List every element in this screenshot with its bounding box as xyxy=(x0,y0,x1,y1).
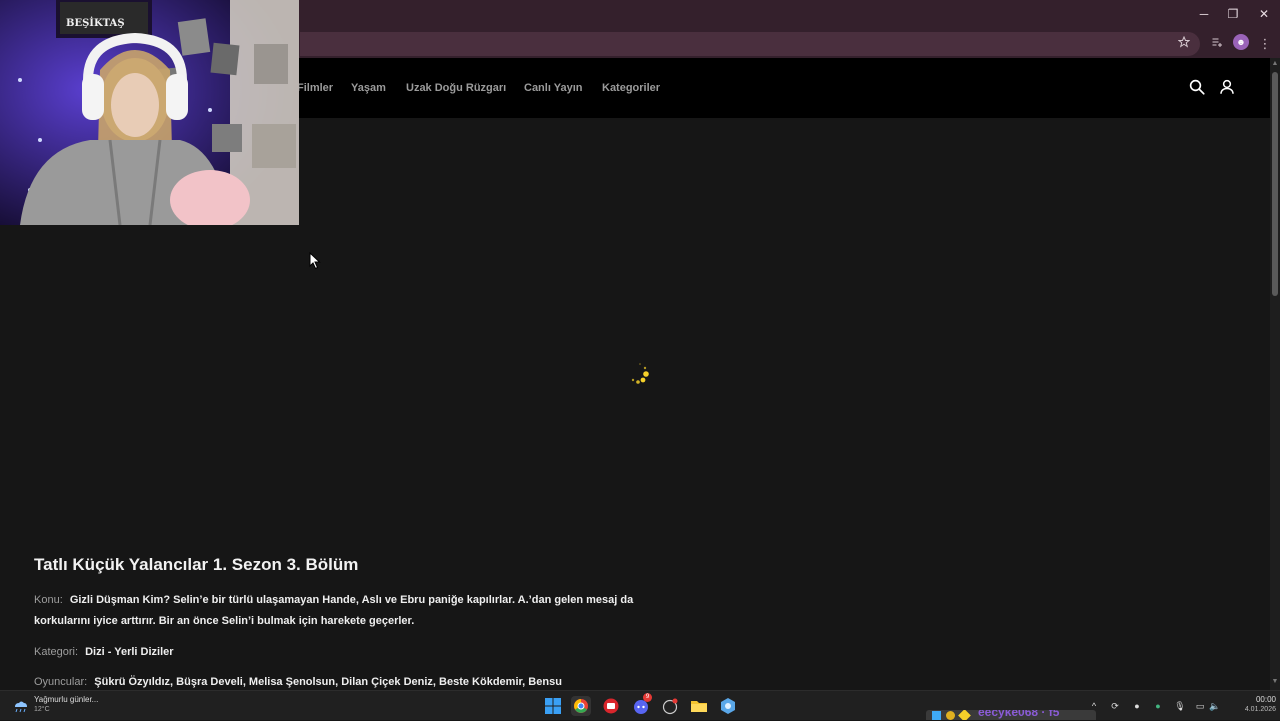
red-app-icon[interactable] xyxy=(601,696,621,716)
synopsis-row: Konu: Gizli Düşman Kim? Selin’e bir türl… xyxy=(34,590,634,632)
reading-list-icon[interactable] xyxy=(1207,34,1227,54)
dark-app-icon[interactable] xyxy=(660,696,680,716)
mouse-cursor-icon xyxy=(309,251,321,270)
discord-icon[interactable]: 9 xyxy=(631,693,652,716)
file-explorer-icon[interactable] xyxy=(689,696,709,716)
nav-item-filmler[interactable]: Filmler xyxy=(297,82,333,94)
weather-icon[interactable] xyxy=(12,698,28,714)
scroll-up-arrow[interactable]: ▲ xyxy=(1271,60,1279,68)
browser-menu-icon[interactable]: ⋮ xyxy=(1255,34,1275,54)
scroll-down-arrow[interactable]: ▼ xyxy=(1271,678,1279,686)
clock-date[interactable]: 4.01.2026 xyxy=(1226,706,1276,713)
overlay-diamond-icon xyxy=(958,710,971,720)
status-icon[interactable]: ● xyxy=(1151,699,1165,713)
cast-label: Oyuncular: xyxy=(34,676,88,688)
nav-item-kategoriler[interactable]: Kategoriler xyxy=(602,82,660,94)
sync-icon[interactable]: ⟳ xyxy=(1108,699,1122,713)
loading-spinner-icon xyxy=(624,360,654,390)
nav-item-uzak-dogu-ruzgari[interactable]: Uzak Doğu Rüzgarı xyxy=(406,82,506,94)
scroll-thumb[interactable] xyxy=(1272,72,1278,296)
webcam-banner-text: BEŞİKTAŞ xyxy=(66,18,125,29)
overlay-coin-icon xyxy=(946,711,955,720)
user-icon[interactable] xyxy=(1218,78,1238,98)
close-button[interactable]: ✕ xyxy=(1249,4,1279,24)
cast-list[interactable]: Şükrü Özyıldız, Büşra Develi, Melisa Şen… xyxy=(94,676,562,688)
stream-overlay-badge: eecyke068 · f5 xyxy=(926,710,1096,720)
network-icon[interactable]: ▭ xyxy=(1193,699,1207,713)
overlay-text: eecyke068 · f5 xyxy=(978,710,1060,719)
weather-temp[interactable]: 12°C xyxy=(34,706,50,713)
synopsis-text: Gizli Düşman Kim? Selin’e bir türlü ulaş… xyxy=(34,594,634,627)
webcam-overlay: BEŞİKTAŞ xyxy=(0,0,299,225)
address-bar[interactable] xyxy=(300,32,1200,56)
clock-time[interactable]: 00:00 xyxy=(1236,695,1276,704)
episode-details: Tatlı Küçük Yalancılar 1. Sezon 3. Bölüm… xyxy=(34,554,634,693)
volume-icon[interactable]: 🔈 xyxy=(1208,699,1222,713)
maximize-button[interactable]: ❐ xyxy=(1218,4,1248,24)
chrome-icon[interactable] xyxy=(571,696,591,716)
steam-icon[interactable]: ● xyxy=(1130,699,1144,713)
search-icon[interactable] xyxy=(1188,78,1208,98)
nav-item-yasam[interactable]: Yaşam xyxy=(351,82,386,94)
settings-app-icon[interactable] xyxy=(718,696,738,716)
microphone-icon[interactable]: 🎙 xyxy=(1173,699,1187,713)
category-label: Kategori: xyxy=(34,646,79,658)
star-icon[interactable] xyxy=(1174,34,1194,54)
page-scrollbar[interactable]: ▲ ▼ xyxy=(1270,58,1280,690)
overlay-square-icon xyxy=(932,711,941,720)
synopsis-label: Konu: xyxy=(34,594,63,606)
category-link[interactable]: Dizi - Yerli Diziler xyxy=(85,646,173,658)
weather-text[interactable]: Yağmurlu günler... xyxy=(34,695,98,704)
nav-item-canli-yayin[interactable]: Canlı Yayın xyxy=(524,82,583,94)
discord-badge: 9 xyxy=(643,693,652,702)
windows-start-icon[interactable] xyxy=(543,696,563,716)
minimize-button[interactable]: ─ xyxy=(1189,4,1219,24)
category-row: Kategori: Dizi - Yerli Diziler xyxy=(34,642,634,663)
profile-avatar[interactable]: ☻ xyxy=(1233,34,1249,50)
episode-title: Tatlı Küçük Yalancılar 1. Sezon 3. Bölüm xyxy=(34,555,359,574)
